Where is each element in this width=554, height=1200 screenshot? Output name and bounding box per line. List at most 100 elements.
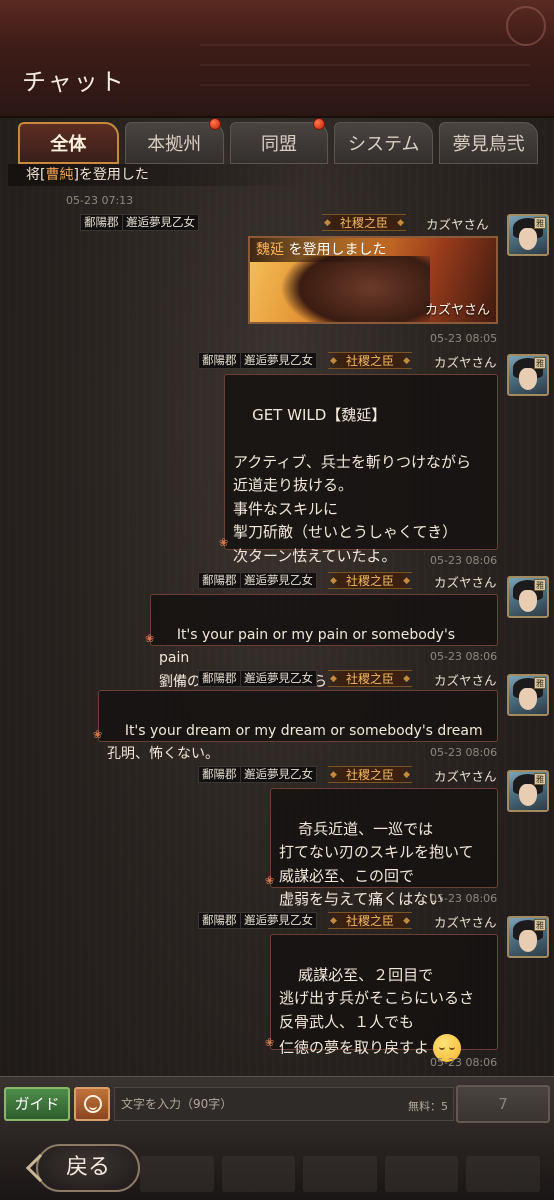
bubble-corner-icon: ❀ xyxy=(145,631,155,645)
message-timestamp: 05-23 08:06 xyxy=(430,892,498,905)
tab-label: 夢見鳥弐 xyxy=(452,134,525,155)
swirl-ornament-icon xyxy=(506,6,546,46)
avatar-badge: 雅 xyxy=(534,579,546,591)
recruit-caption: 魏延 を登用しました xyxy=(250,238,393,262)
recruit-signature: カズヤさん xyxy=(424,303,490,318)
system-message: 将[曹純]を登用した xyxy=(8,164,308,186)
title-tag: 邂逅夢見乙女 xyxy=(122,214,199,231)
tab-all[interactable]: 全体 xyxy=(18,122,119,164)
title-tag: 邂逅夢見乙女 xyxy=(240,766,317,783)
rank-badge: 社稷之臣 xyxy=(328,352,412,370)
message-timestamp: 05-23 07:13 xyxy=(66,194,134,207)
avatar-badge: 雅 xyxy=(534,919,546,931)
title-tag: 邂逅夢見乙女 xyxy=(240,670,317,687)
back-button-label: 戻る xyxy=(65,1155,110,1180)
back-button[interactable]: 戻る xyxy=(25,1144,140,1192)
system-message-prefix: 将[ xyxy=(26,167,46,183)
smiley-icon xyxy=(84,1095,102,1113)
username[interactable]: カズヤさん xyxy=(434,912,497,931)
title-tag: 邂逅夢見乙女 xyxy=(240,572,317,589)
avatar[interactable]: 雅 xyxy=(507,770,549,812)
avatar-badge: 雅 xyxy=(534,357,546,369)
guide-button[interactable]: ガイド xyxy=(4,1087,70,1121)
username[interactable]: カズヤさん xyxy=(434,766,497,785)
avatar-badge: 雅 xyxy=(534,773,546,785)
tab-label: 全体 xyxy=(50,134,87,155)
region-tag: 鄱陽郡 xyxy=(198,670,241,687)
ghost-tab xyxy=(140,1156,214,1192)
avatar-face xyxy=(519,930,537,952)
tab-bar: 全体 本拠州 同盟 システム 夢見鳥弐 xyxy=(18,118,538,164)
username[interactable]: カズヤさん xyxy=(434,352,497,371)
message-bubble[interactable]: It's your dream or my dream or somebody'… xyxy=(93,690,498,762)
tab-label: 本拠州 xyxy=(147,134,202,155)
username[interactable]: カズヤさん xyxy=(434,572,497,591)
avatar[interactable]: 雅 xyxy=(507,674,549,716)
message-bubble[interactable]: It's your pain or my pain or somebody's … xyxy=(145,594,498,690)
tab-label: システム xyxy=(348,134,420,155)
region-tag: 鄱陽郡 xyxy=(80,214,123,231)
avatar[interactable]: 雅 xyxy=(507,354,549,396)
avatar-badge: 雅 xyxy=(534,677,546,689)
tab-alliance[interactable]: 同盟 xyxy=(229,118,329,164)
message-text: GET WILD【魏延】 アクティブ、兵士を斬りつけながら 近道走り抜ける。 事… xyxy=(233,405,472,565)
tab-server[interactable]: 夢見鳥弐 xyxy=(439,122,538,164)
avatar[interactable]: 雅 xyxy=(507,576,549,618)
username[interactable]: カズヤさん xyxy=(434,670,497,689)
message-timestamp: 05-23 08:06 xyxy=(430,650,498,663)
tab-home-province[interactable]: 本拠州 xyxy=(124,118,224,164)
message-text: 威謀必至、２回目で 逃げ出す兵がそこらにいるさ 反骨武人、１人でも xyxy=(279,965,475,1031)
avatar-face xyxy=(519,368,537,390)
chat-text-input[interactable] xyxy=(114,1087,454,1121)
message-bubble[interactable]: 威謀必至、２回目で 逃げ出す兵がそこらにいるさ 反骨武人、１人でも 仁徳の夢を取… xyxy=(265,934,498,1062)
region-tag: 鄱陽郡 xyxy=(198,766,241,783)
emoji-button[interactable] xyxy=(74,1087,110,1121)
avatar-face xyxy=(519,228,537,250)
back-arrow-icon xyxy=(25,1153,55,1183)
ghost-tab xyxy=(221,1156,296,1192)
region-tag: 鄱陽郡 xyxy=(198,912,241,929)
bottom-nav: 戻る xyxy=(0,1138,554,1200)
message-text-last-line: 仁徳の夢を取り戻すよ xyxy=(279,1038,430,1057)
bottom-nav-ghost xyxy=(140,1156,540,1192)
message-bubble[interactable]: GET WILD【魏延】 アクティブ、兵士を斬りつけながら 近道走り抜ける。 事… xyxy=(219,374,498,565)
header-bar: チャット xyxy=(0,0,554,118)
chat-input-bar: ガイド 無料：5 7 xyxy=(0,1076,554,1138)
message-timestamp: 05-23 08:05 xyxy=(430,332,498,345)
recruit-caption-text: を登用しました xyxy=(284,242,387,258)
title-tag: 邂逅夢見乙女 xyxy=(240,352,317,369)
bubble-corner-icon: ❀ xyxy=(93,727,103,741)
header-ghost-stats xyxy=(200,44,530,104)
avatar[interactable]: 雅 xyxy=(507,916,549,958)
rank-badge: 社稷之臣 xyxy=(328,670,412,688)
recruit-card[interactable]: 魏延 を登用しました カズヤさん xyxy=(248,236,498,324)
chat-log[interactable]: 将[曹純]を登用した 05-23 07:13 鄱陽郡 邂逅夢見乙女 社稷之臣 カ… xyxy=(0,164,554,1076)
rank-badge: 社稷之臣 xyxy=(328,572,412,590)
bubble-corner-icon: ❀ xyxy=(265,1035,275,1049)
send-button[interactable]: 7 xyxy=(456,1085,550,1123)
free-count-label: 無料：5 xyxy=(408,1100,448,1113)
avatar-face xyxy=(519,784,537,806)
message-bubble[interactable]: 奇兵近道、一巡では 打てない刃のスキルを抱いて 威謀必至、この回で 虚弱を与えて… xyxy=(265,788,498,908)
general-portrait xyxy=(280,256,430,322)
region-tag: 鄱陽郡 xyxy=(198,572,241,589)
avatar[interactable]: 雅 xyxy=(507,214,549,256)
bubble-corner-icon: ❀ xyxy=(265,873,275,887)
recruit-general-name: 魏延 xyxy=(256,242,284,258)
tab-label: 同盟 xyxy=(260,134,297,155)
page-title: チャット xyxy=(22,68,126,96)
username[interactable]: カズヤさん xyxy=(426,214,489,233)
system-message-suffix: ]を登用した xyxy=(73,167,149,183)
tab-system[interactable]: システム xyxy=(334,122,434,164)
message-timestamp: 05-23 08:06 xyxy=(430,554,498,567)
system-message-name: 曹純 xyxy=(45,167,74,183)
region-tag: 鄱陽郡 xyxy=(198,352,241,369)
ghost-tab xyxy=(384,1156,459,1192)
rank-badge: 社稷之臣 xyxy=(328,766,412,784)
avatar-badge: 雅 xyxy=(534,217,546,229)
notification-dot-icon xyxy=(208,118,221,130)
avatar-face xyxy=(519,688,537,710)
ghost-tab xyxy=(466,1156,540,1192)
bubble-corner-icon: ❀ xyxy=(219,535,229,549)
message-text: It's your dream or my dream or somebody'… xyxy=(107,722,483,763)
